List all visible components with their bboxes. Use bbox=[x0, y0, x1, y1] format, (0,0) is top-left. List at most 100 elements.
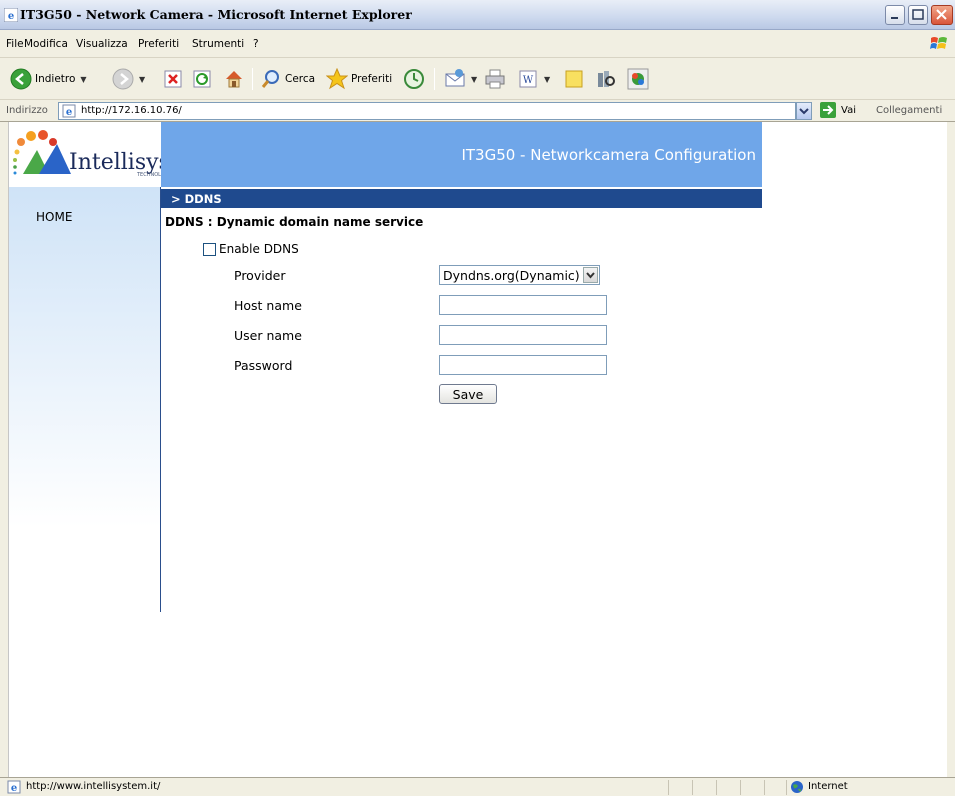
minimize-button[interactable] bbox=[885, 5, 905, 25]
address-bar: Indirizzo e http://172.16.10.76/ Vai Col… bbox=[0, 100, 955, 122]
close-icon bbox=[936, 9, 947, 20]
menu-modifica[interactable]: Modifica bbox=[24, 38, 68, 50]
status-pane bbox=[716, 780, 717, 795]
enable-ddns-checkbox[interactable] bbox=[203, 242, 216, 256]
home-button[interactable] bbox=[223, 67, 245, 91]
password-input[interactable] bbox=[439, 355, 607, 375]
mail-button[interactable]: ▼ bbox=[444, 67, 477, 91]
password-label: Password bbox=[234, 358, 293, 373]
links-label[interactable]: Collegamenti bbox=[876, 105, 942, 116]
svg-text:W: W bbox=[523, 75, 534, 86]
address-url: http://172.16.10.76/ bbox=[81, 105, 182, 116]
go-arrow-icon bbox=[820, 102, 836, 118]
title-bar: e IT3G50 - Network Camera - Microsoft In… bbox=[0, 0, 955, 30]
status-pane bbox=[740, 780, 741, 795]
menu-file[interactable]: File bbox=[6, 38, 24, 50]
status-text: http://www.intellisystem.it/ bbox=[26, 781, 161, 792]
edit-dropdown-icon: ▼ bbox=[544, 74, 551, 84]
menu-visualizza[interactable]: Visualizza bbox=[76, 38, 128, 50]
sidebar-item-home[interactable]: HOME bbox=[36, 210, 72, 224]
save-button[interactable]: Save bbox=[439, 384, 497, 404]
forward-arrow-icon bbox=[112, 68, 134, 90]
username-label: User name bbox=[234, 328, 302, 343]
books-icon bbox=[598, 71, 615, 87]
discuss-button[interactable] bbox=[563, 67, 585, 91]
logo-area: Intellisystem TECHNOLOGIES bbox=[9, 122, 189, 187]
back-arrow-icon bbox=[10, 68, 32, 90]
back-button[interactable]: Indietro ▼ bbox=[10, 67, 87, 91]
favorites-button[interactable]: Preferiti bbox=[326, 67, 392, 91]
maximize-button[interactable] bbox=[908, 5, 928, 25]
address-label: Indirizzo bbox=[6, 105, 48, 116]
printer-icon bbox=[485, 69, 505, 89]
menu-bar: File Modifica Visualizza Preferiti Strum… bbox=[0, 30, 955, 58]
history-button[interactable] bbox=[403, 67, 425, 91]
star-icon bbox=[326, 68, 348, 90]
provider-value: Dyndns.org(Dynamic) bbox=[443, 268, 580, 283]
stop-icon bbox=[164, 70, 182, 88]
menu-help[interactable]: ? bbox=[253, 38, 259, 50]
window-frame-left bbox=[0, 122, 8, 777]
favorites-label: Preferiti bbox=[351, 73, 393, 85]
forward-dropdown-icon: ▼ bbox=[139, 74, 146, 84]
chevron-down-icon bbox=[799, 108, 809, 115]
provider-label: Provider bbox=[234, 268, 286, 283]
page-icon: e bbox=[7, 780, 21, 794]
hostname-input[interactable] bbox=[439, 295, 607, 315]
toolbar-separator bbox=[252, 68, 253, 90]
page-icon: e bbox=[62, 104, 76, 118]
minimize-icon bbox=[891, 17, 898, 19]
page-header: IT3G50 - Networkcamera Configuration bbox=[161, 122, 762, 187]
mail-dropdown-icon: ▼ bbox=[471, 74, 478, 84]
go-label: Vai bbox=[841, 104, 856, 116]
refresh-button[interactable] bbox=[192, 67, 212, 91]
word-edit-icon: W bbox=[519, 70, 537, 88]
provider-dropdown-button[interactable] bbox=[583, 267, 598, 283]
toolbar: Indietro ▼ ▼ Cerca Preferiti ▼ W ▼ bbox=[0, 58, 955, 100]
section-header: > DDNS bbox=[161, 189, 762, 208]
svg-text:e: e bbox=[66, 107, 72, 118]
print-button[interactable] bbox=[484, 67, 506, 91]
search-label: Cerca bbox=[285, 73, 316, 85]
status-bar: e http://www.intellisystem.it/ Internet bbox=[0, 777, 955, 796]
address-input[interactable]: e http://172.16.10.76/ bbox=[58, 102, 796, 120]
search-button[interactable]: Cerca bbox=[260, 67, 315, 91]
globe-icon bbox=[791, 781, 803, 793]
menu-strumenti[interactable]: Strumenti bbox=[192, 38, 244, 50]
username-input[interactable] bbox=[439, 325, 607, 345]
section-title: > DDNS bbox=[171, 192, 222, 206]
menu-preferiti[interactable]: Preferiti bbox=[138, 38, 179, 50]
hostname-label: Host name bbox=[234, 298, 302, 313]
status-pane bbox=[668, 780, 669, 795]
maximize-icon bbox=[912, 9, 924, 20]
home-icon bbox=[226, 71, 242, 88]
messenger-button[interactable] bbox=[627, 67, 649, 91]
refresh-icon bbox=[193, 70, 211, 88]
web-content: Intellisystem TECHNOLOGIES IT3G50 - Netw… bbox=[8, 122, 947, 777]
close-button[interactable] bbox=[931, 5, 953, 25]
status-pane bbox=[692, 780, 693, 795]
windows-logo-icon bbox=[930, 37, 947, 49]
enable-ddns-label: Enable DDNS bbox=[219, 242, 299, 256]
edit-button[interactable]: W ▼ bbox=[517, 67, 550, 91]
window-frame-right bbox=[947, 122, 955, 777]
research-button[interactable] bbox=[595, 67, 617, 91]
go-button[interactable]: Vai bbox=[820, 102, 856, 118]
forward-button[interactable]: ▼ bbox=[112, 67, 145, 91]
mail-icon bbox=[445, 69, 465, 87]
enable-ddns-row: Enable DDNS bbox=[203, 242, 299, 256]
security-zone: Internet bbox=[808, 781, 848, 792]
window-title: IT3G50 - Network Camera - Microsoft Inte… bbox=[20, 7, 412, 22]
config-title: IT3G50 - Networkcamera Configuration bbox=[461, 146, 756, 164]
note-icon bbox=[565, 70, 583, 88]
status-pane bbox=[786, 780, 787, 795]
sidebar: HOME bbox=[9, 187, 161, 612]
status-pane bbox=[764, 780, 765, 795]
svg-text:e: e bbox=[11, 783, 17, 794]
address-dropdown-button[interactable] bbox=[796, 102, 812, 120]
chevron-down-icon bbox=[586, 272, 595, 279]
content-title: DDNS : Dynamic domain name service bbox=[165, 215, 424, 229]
stop-button[interactable] bbox=[163, 67, 183, 91]
search-icon bbox=[261, 70, 279, 88]
provider-select[interactable]: Dyndns.org(Dynamic) bbox=[439, 265, 600, 285]
